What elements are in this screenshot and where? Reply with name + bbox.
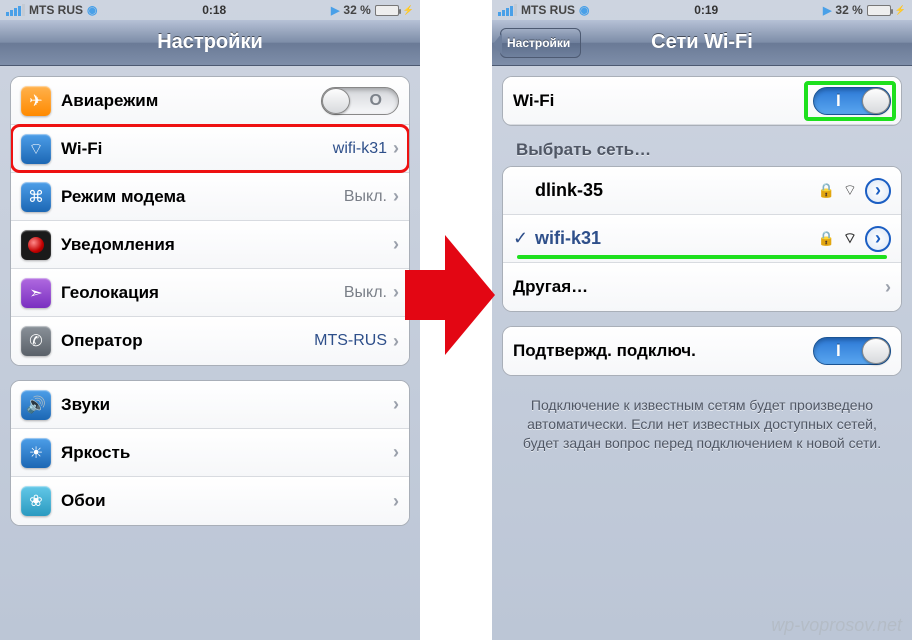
location-icon: ➣ <box>21 278 51 308</box>
carrier-label: MTS RUS <box>521 3 575 17</box>
chevron-right-icon: › <box>393 186 399 207</box>
status-bar: MTS RUS ◉ 0:19 ▶ 32 % ⚡ <box>492 0 912 20</box>
transition-arrow <box>405 235 495 355</box>
detail-button[interactable]: › <box>865 226 891 252</box>
detail-button[interactable]: › <box>865 178 891 204</box>
wifi-row[interactable]: ⌔ Wi-Fi wifi-k31 › <box>11 125 409 173</box>
play-icon: ▶ <box>331 4 339 17</box>
row-label: Уведомления <box>61 235 393 255</box>
network-name: wifi-k31 <box>535 228 817 249</box>
airplane-toggle[interactable] <box>321 87 399 115</box>
chevron-right-icon: › <box>393 331 399 352</box>
wifi-status-icon: ◉ <box>87 3 97 17</box>
networks-group: dlink-35 🔒 ⌔ › ✓ wifi-k31 🔒 ⌔ › Другая… … <box>502 166 902 312</box>
battery-icon <box>867 5 891 16</box>
back-button[interactable]: Настройки <box>500 28 581 58</box>
charging-icon: ⚡ <box>895 5 906 16</box>
nav-bar: Настройки <box>0 20 420 66</box>
row-label: Другая… <box>513 277 885 297</box>
wifi-list[interactable]: Wi-Fi Выбрать сеть… dlink-35 🔒 ⌔ › ✓ wif… <box>492 66 912 469</box>
charging-icon: ⚡ <box>403 5 414 16</box>
row-label: Режим модема <box>61 187 344 207</box>
row-value: MTS-RUS <box>314 332 387 350</box>
sounds-icon: 🔊 <box>21 390 51 420</box>
row-value: Выкл. <box>344 284 387 302</box>
chevron-right-icon: › <box>393 282 399 303</box>
wallpaper-icon: ❀ <box>21 486 51 516</box>
row-label: Wi-Fi <box>61 139 333 159</box>
network-row-selected[interactable]: ✓ wifi-k31 🔒 ⌔ › <box>503 215 901 263</box>
settings-group-1: ✈ Авиарежим ⌔ Wi-Fi wifi-k31 › ⌘ Режим м… <box>10 76 410 366</box>
nav-bar: Настройки Сети Wi-Fi <box>492 20 912 66</box>
highlight-underline <box>517 255 887 259</box>
carrier-icon: ✆ <box>21 326 51 356</box>
wifi-status-icon: ◉ <box>579 3 589 17</box>
check-icon: ✓ <box>513 228 535 249</box>
chevron-right-icon: › <box>393 138 399 159</box>
chevron-right-icon: › <box>885 277 891 298</box>
settings-screen: MTS RUS ◉ 0:18 ▶ 32 % ⚡ Настройки ✈ Авиа… <box>0 0 420 640</box>
ask-join-toggle[interactable] <box>813 337 891 365</box>
battery-icon <box>375 5 399 16</box>
signal-icon <box>498 4 517 16</box>
chevron-right-icon: › <box>393 394 399 415</box>
sounds-row[interactable]: 🔊 Звуки › <box>11 381 409 429</box>
notifications-icon <box>21 230 51 260</box>
ask-join-group: Подтвержд. подключ. <box>502 326 902 376</box>
row-value: Выкл. <box>344 188 387 206</box>
carrier-row[interactable]: ✆ Оператор MTS-RUS › <box>11 317 409 365</box>
row-label: Оператор <box>61 331 314 351</box>
wifi-toggle-group: Wi-Fi <box>502 76 902 126</box>
chevron-right-icon: › <box>393 491 399 512</box>
wifi-strength-icon: ⌔ <box>843 229 857 248</box>
wifi-enable-row[interactable]: Wi-Fi <box>503 77 901 125</box>
wifi-strength-icon: ⌔ <box>843 181 857 200</box>
tether-row[interactable]: ⌘ Режим модема Выкл. › <box>11 173 409 221</box>
clock: 0:19 <box>694 3 718 17</box>
tether-icon: ⌘ <box>21 182 51 212</box>
lock-icon: 🔒 <box>817 230 834 247</box>
other-network-row[interactable]: Другая… › <box>503 263 901 311</box>
wifi-screen: MTS RUS ◉ 0:19 ▶ 32 % ⚡ Настройки Сети W… <box>492 0 912 640</box>
row-label: Авиарежим <box>61 91 321 111</box>
notif-row[interactable]: Уведомления › <box>11 221 409 269</box>
row-label: Подтвержд. подключ. <box>513 341 813 361</box>
row-value: wifi-k31 <box>333 140 387 158</box>
play-icon: ▶ <box>823 4 831 17</box>
row-label: Геолокация <box>61 283 344 303</box>
status-bar: MTS RUS ◉ 0:18 ▶ 32 % ⚡ <box>0 0 420 20</box>
clock: 0:18 <box>202 3 226 17</box>
airplane-row[interactable]: ✈ Авиарежим <box>11 77 409 125</box>
battery-pct: 32 % <box>835 3 862 17</box>
network-row[interactable]: dlink-35 🔒 ⌔ › <box>503 167 901 215</box>
chevron-right-icon: › <box>393 442 399 463</box>
wallpaper-row[interactable]: ❀ Обои › <box>11 477 409 525</box>
ask-join-row[interactable]: Подтвержд. подключ. <box>503 327 901 375</box>
wifi-toggle[interactable] <box>813 87 891 115</box>
choose-network-header: Выбрать сеть… <box>516 140 902 160</box>
lock-icon: 🔒 <box>817 182 834 199</box>
network-name: dlink-35 <box>535 180 817 201</box>
battery-pct: 32 % <box>343 3 370 17</box>
wifi-icon: ⌔ <box>21 134 51 164</box>
chevron-right-icon: › <box>393 234 399 255</box>
row-label: Wi-Fi <box>513 91 813 111</box>
settings-list[interactable]: ✈ Авиарежим ⌔ Wi-Fi wifi-k31 › ⌘ Режим м… <box>0 66 420 550</box>
location-row[interactable]: ➣ Геолокация Выкл. › <box>11 269 409 317</box>
row-label: Звуки <box>61 395 393 415</box>
footer-note: Подключение к известным сетям будет прои… <box>502 390 902 459</box>
brightness-row[interactable]: ☀ Яркость › <box>11 429 409 477</box>
signal-icon <box>6 4 25 16</box>
settings-group-2: 🔊 Звуки › ☀ Яркость › ❀ Обои › <box>10 380 410 526</box>
watermark: wp-voprosov.net <box>771 615 902 636</box>
nav-title: Настройки <box>157 31 263 54</box>
airplane-icon: ✈ <box>21 86 51 116</box>
carrier-label: MTS RUS <box>29 3 83 17</box>
row-label: Яркость <box>61 443 393 463</box>
brightness-icon: ☀ <box>21 438 51 468</box>
nav-title: Сети Wi-Fi <box>651 31 753 54</box>
row-label: Обои <box>61 491 393 511</box>
